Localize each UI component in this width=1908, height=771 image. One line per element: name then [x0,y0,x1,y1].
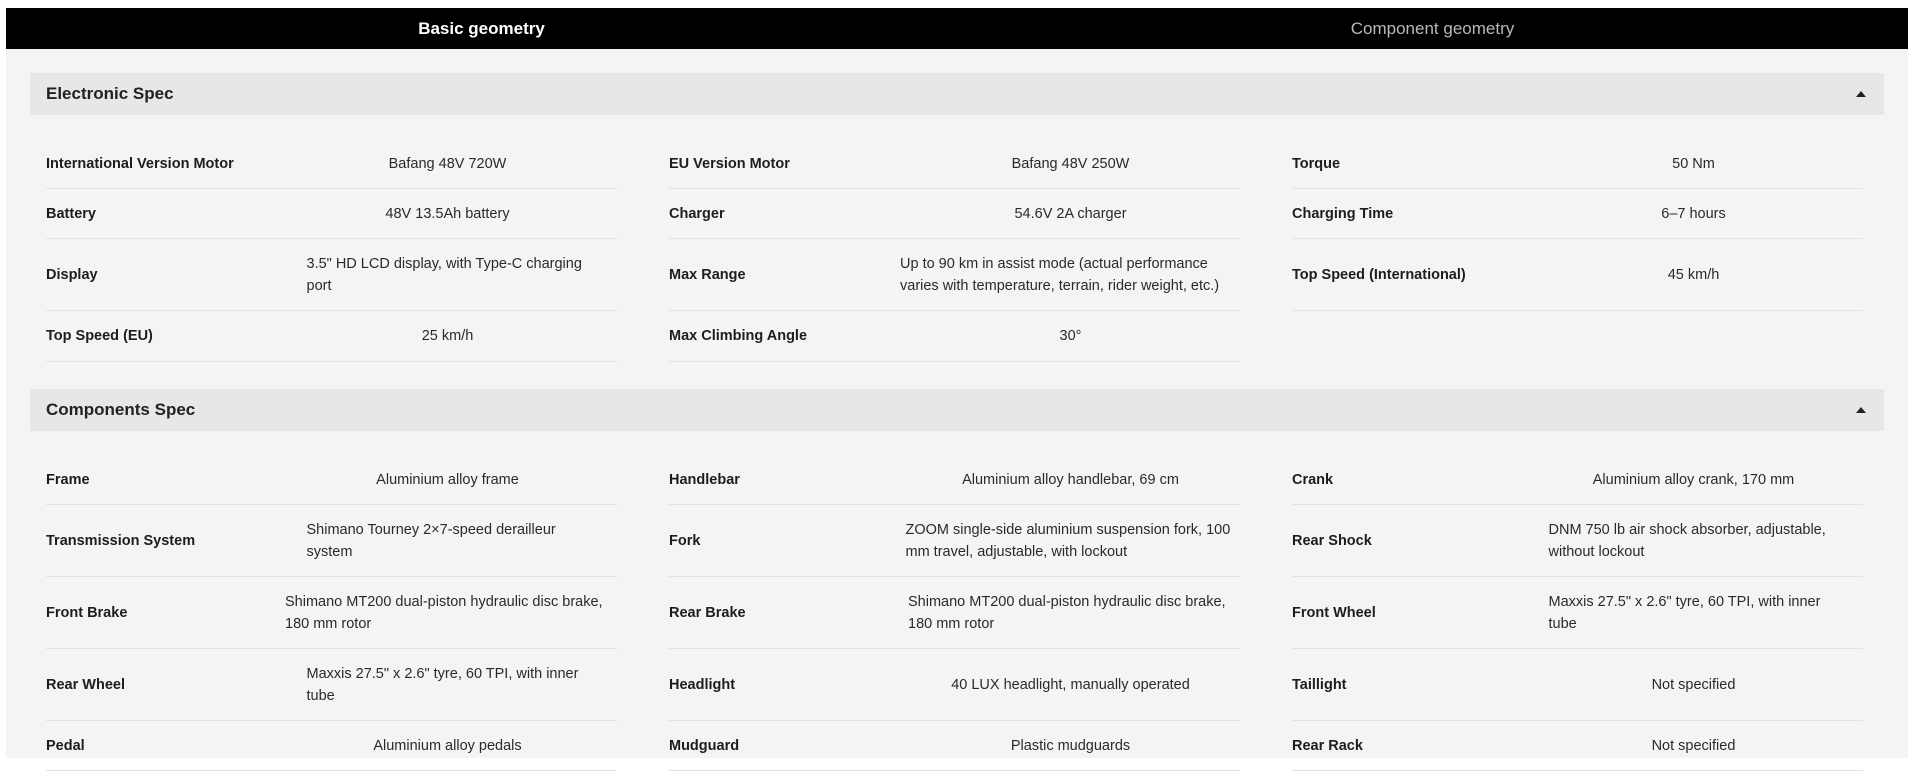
spec-value: Aluminium alloy handlebar, 69 cm [962,471,1179,488]
electronic-spec-section: Electronic Spec International Version Mo… [30,73,1884,389]
tab-bar: Basic geometry Component geometry [6,8,1908,49]
spec-value: 45 km/h [1667,266,1720,283]
spec-value: 54.6V 2A charger [1014,205,1127,222]
spec-grid: Frame Aluminium alloy frame Transmission … [30,431,1884,771]
spec-label: Mudguard [669,737,740,754]
chevron-up-icon[interactable] [1856,91,1866,97]
spec-row: Rear Brake Shimano MT200 dual-piston hydr… [669,577,1240,649]
spec-row: Pedal Aluminium alloy pedals [46,721,617,771]
spec-row: Taillight Not specified [1292,649,1863,721]
spec-grid: International Version Motor Bafang 48V 72… [30,115,1884,389]
spec-value: Maxxis 27.5" x 2.6" tyre, 60 TPI, with i… [306,665,579,704]
spec-label: Rear Wheel [46,676,125,693]
spec-value: 48V 13.5Ah battery [385,205,510,222]
spec-row: Rear Wheel Maxxis 27.5" x 2.6" tyre, 60 T… [46,649,617,721]
spec-value: Maxxis 27.5" x 2.6" tyre, 60 TPI, with i… [1548,593,1821,632]
spec-label: Torque [1292,155,1341,172]
spec-label: Top Speed (EU) [46,328,153,344]
spec-value: 25 km/h [421,328,474,344]
spec-column: Frame Aluminium alloy frame Transmission … [46,455,617,771]
spec-label: International Version Motor [46,155,234,172]
tab-basic-geometry[interactable]: Basic geometry [6,8,957,49]
spec-row: Charger 54.6V 2A charger [669,189,1240,239]
section-title: Components Spec [46,400,196,419]
spec-value: 30° [1059,328,1082,344]
spec-value: Shimano MT200 dual-piston hydraulic disc… [908,593,1226,632]
components-spec-header[interactable]: Components Spec [30,389,1884,431]
spec-row: Max Climbing Angle 30° [669,311,1240,362]
spec-label: Frame [46,471,90,488]
spec-row: Transmission System Shimano Tourney 2×7-s… [46,505,617,577]
spec-row: Display 3.5" HD LCD display, with Type-C … [46,239,617,311]
spec-row: International Version Motor Bafang 48V 72… [46,139,617,189]
spec-row: Mudguard Plastic mudguards [669,721,1240,771]
section-title: Electronic Spec [46,84,174,103]
spec-value: Bafang 48V 250W [1011,155,1130,172]
electronic-spec-header[interactable]: Electronic Spec [30,73,1884,115]
spec-label: Charging Time [1292,205,1394,222]
spec-label: EU Version Motor [669,155,790,172]
spec-label: Transmission System [46,532,196,549]
spec-label: Taillight [1292,676,1347,693]
spec-value: Plastic mudguards [1010,737,1131,754]
spec-value: 3.5" HD LCD display, with Type-C chargin… [306,255,582,294]
spec-row: Max Range Up to 90 km in assist mode (act… [669,239,1240,311]
spec-label: Max Climbing Angle [669,328,808,344]
spec-label: Rear Shock [1292,532,1372,549]
spec-panel: Basic geometry Component geometry Electr… [6,8,1908,771]
spec-value: Not specified [1651,676,1736,693]
spec-value: DNM 750 lb air shock absorber, adjustabl… [1548,521,1826,560]
spec-value: 50 Nm [1672,155,1715,172]
spec-label: Charger [669,205,725,222]
spec-row-empty [1292,311,1863,361]
spec-value: Aluminium alloy crank, 170 mm [1592,471,1795,488]
spec-label: Top Speed (International) [1292,266,1466,283]
spec-value: Shimano MT200 dual-piston hydraulic disc… [285,593,603,632]
spec-row: Headlight 40 LUX headlight, manually oper… [669,649,1240,721]
spec-value: ZOOM single-side aluminium suspension fo… [905,521,1231,560]
spec-label: Max Range [669,266,746,283]
spec-row: Fork ZOOM single-side aluminium suspensio… [669,505,1240,577]
spec-value: 40 LUX headlight, manually operated [951,676,1190,693]
spec-row: EU Version Motor Bafang 48V 250W [669,139,1240,189]
spec-value: Shimano Tourney 2×7-speed derailleur sys… [306,521,556,560]
spec-row: Top Speed (EU) 25 km/h [46,311,617,362]
spec-column: Crank Aluminium alloy crank, 170 mm Rear … [1292,455,1863,771]
spec-row: Charging Time 6–7 hours [1292,189,1863,239]
spec-label: Display [46,266,98,283]
spec-value: Aluminium alloy frame [376,471,519,488]
spec-value: 6–7 hours [1661,205,1726,222]
spec-label: Fork [669,532,701,549]
spec-value: Not specified [1651,737,1736,754]
spec-row: Front Wheel Maxxis 27.5" x 2.6" tyre, 60 … [1292,577,1863,649]
spec-label: Front Brake [46,604,128,621]
spec-label: Rear Rack [1292,737,1363,754]
spec-row: Torque 50 Nm [1292,139,1863,189]
spec-label: Front Wheel [1292,604,1376,621]
components-spec-section: Components Spec Frame Aluminium alloy fra… [30,389,1884,771]
tab-component-geometry[interactable]: Component geometry [957,8,1908,49]
chevron-up-icon[interactable] [1856,407,1866,413]
spec-label: Rear Brake [669,604,746,621]
spec-row: Battery 48V 13.5Ah battery [46,189,617,239]
spec-label: Battery [46,205,96,222]
spec-row: Crank Aluminium alloy crank, 170 mm [1292,455,1863,505]
spec-value: Aluminium alloy pedals [373,737,522,754]
spec-column: EU Version Motor Bafang 48V 250W Charger 5… [669,139,1240,362]
spec-label: Handlebar [669,471,740,488]
spec-row: Rear Rack Not specified [1292,721,1863,771]
spec-column: Handlebar Aluminium alloy handlebar, 69 c… [669,455,1240,771]
spec-value: Bafang 48V 720W [388,155,507,172]
spec-label: Headlight [669,676,736,693]
spec-row: Rear Shock DNM 750 lb air shock absorber,… [1292,505,1863,577]
spec-label: Pedal [46,737,85,754]
spec-row: Top Speed (International) 45 km/h [1292,239,1863,311]
spec-column: International Version Motor Bafang 48V 72… [46,139,617,362]
spec-row: Handlebar Aluminium alloy handlebar, 69 c… [669,455,1240,505]
spec-column: Torque 50 Nm Charging Time 6–7 hours Top S… [1292,139,1863,362]
spec-row: Front Brake Shimano MT200 dual-piston hyd… [46,577,617,649]
spec-row: Frame Aluminium alloy frame [46,455,617,505]
spec-label: Crank [1292,471,1334,488]
spec-value: Up to 90 km in assist mode (actual perfo… [900,255,1220,294]
